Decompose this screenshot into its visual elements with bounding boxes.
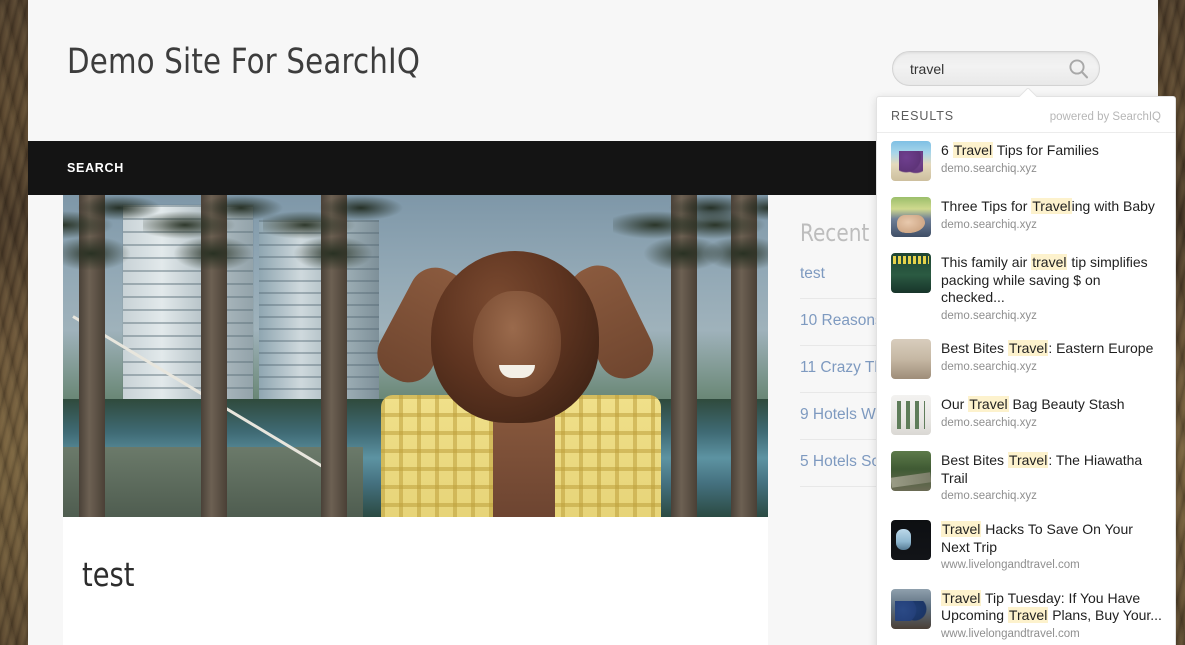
search-term-highlight: Travel — [952, 142, 994, 158]
search-term-highlight: Travel — [1007, 340, 1049, 357]
thumbnail-airplane-window — [891, 520, 931, 561]
search-result-title: Three Tips for Traveling with Baby — [941, 198, 1155, 214]
article-body: test — [63, 517, 768, 645]
search-result-title: Best Bites Travel: Eastern Europe — [941, 340, 1154, 357]
search-result-url: www.livelongandtravel.com — [941, 559, 1080, 572]
thumbnail-beach-family — [891, 141, 931, 181]
search-result-text: Best Bites Travel: The Hiawatha Trail dem… — [941, 451, 1162, 504]
search-result-url: demo.searchiq.xyz — [941, 416, 1037, 429]
site-page-container: Demo Site For SearchIQ SEARCH — [28, 0, 1176, 645]
search-result-text: Our Travel Bag Beauty Stash demo.searchiq… — [941, 395, 1162, 430]
search-results-list: 6 Travel Tips for Families demo.searchiq.… — [877, 133, 1175, 645]
search-result-title: This family air travel tip simplifies pa… — [941, 254, 1148, 305]
search-result-url: demo.searchiq.xyz — [941, 309, 1037, 322]
search-result-text: Best Bites Travel: Eastern Europe demo.se… — [941, 339, 1162, 374]
thumbnail-beauty-stash — [891, 395, 931, 436]
search-result-item[interactable]: Our Travel Bag Beauty Stash demo.searchiq… — [877, 387, 1175, 443]
search-result-text: This family air travel tip simplifies pa… — [941, 253, 1162, 323]
search-result-item[interactable]: Best Bites Travel: The Hiawatha Trail dem… — [877, 443, 1175, 512]
search-result-url: demo.searchiq.xyz — [941, 218, 1037, 231]
search-result-text: Three Tips for Traveling with Baby demo.s… — [941, 197, 1162, 232]
search-term-highlight: Travel — [968, 396, 1009, 413]
search-result-title: Best Bites Travel: The Hiawatha Trail — [941, 452, 1143, 486]
search-result-text: Travel Tip Tuesday: If You Have Upcoming… — [941, 589, 1162, 642]
photo-palm-3 — [263, 195, 403, 517]
search-result-item[interactable]: Travel Hacks To Save On Your Next Trip ww… — [877, 512, 1175, 581]
search-submit-button[interactable] — [1066, 56, 1092, 82]
search-result-url: www.livelongandtravel.com — [941, 627, 1080, 640]
results-label: RESULTS — [891, 109, 955, 123]
site-title: Demo Site For SearchIQ — [67, 42, 421, 82]
search-result-url: demo.searchiq.xyz — [941, 490, 1037, 503]
dropdown-header: RESULTS powered by SearchIQ — [877, 97, 1175, 133]
dropdown-arrow — [1019, 88, 1037, 97]
search-result-item[interactable]: 6 Travel Tips for Families demo.searchiq.… — [877, 133, 1175, 189]
photo-palm-2 — [143, 195, 283, 517]
search-result-item[interactable]: Three Tips for Traveling with Baby demo.s… — [877, 189, 1175, 245]
thumbnail-baby-window — [891, 197, 931, 237]
search-term-highlight: Travel — [941, 589, 982, 606]
thumbnail-hiawatha-trail — [891, 451, 931, 492]
thumbnail-eastern-europe — [891, 339, 931, 380]
search-result-item[interactable]: This family air travel tip simplifies pa… — [877, 245, 1175, 331]
search-result-item[interactable]: Travel Tip Tuesday: If You Have Upcoming… — [877, 581, 1175, 645]
search-result-title: Travel Tip Tuesday: If You Have Upcoming… — [941, 589, 1162, 624]
search-term-highlight: travel — [1031, 254, 1068, 270]
photo-palm-1 — [63, 195, 161, 517]
search-result-url: demo.searchiq.xyz — [941, 360, 1037, 373]
featured-image — [63, 195, 768, 517]
search-result-title: Travel Hacks To Save On Your Next Trip — [941, 521, 1133, 555]
search-result-text: Travel Hacks To Save On Your Next Trip ww… — [941, 520, 1162, 573]
thumbnail-family-air-travel-tip — [891, 253, 931, 293]
header-search-form — [892, 51, 1100, 86]
search-result-item[interactable]: Best Bites Travel: Eastern Europe demo.se… — [877, 331, 1175, 387]
search-result-text: 6 Travel Tips for Families demo.searchiq.… — [941, 141, 1162, 176]
search-term-highlight: Travel — [1007, 607, 1049, 624]
search-result-url: demo.searchiq.xyz — [941, 162, 1037, 175]
searchiq-results-dropdown: RESULTS powered by SearchIQ 6 Travel Tip… — [876, 96, 1176, 645]
post-title: test — [82, 555, 135, 594]
search-term-highlight: Travel — [1031, 198, 1072, 214]
search-result-title: 6 Travel Tips for Families — [941, 142, 1099, 158]
search-icon — [1066, 56, 1092, 82]
article-column: test — [63, 195, 768, 645]
search-term-highlight: Travel — [941, 521, 982, 538]
search-term-highlight: Travel — [1007, 452, 1049, 469]
photo-palm-5 — [673, 195, 768, 517]
photo-person-face — [473, 291, 561, 397]
nav-item-search[interactable]: SEARCH — [67, 141, 124, 195]
search-result-title: Our Travel Bag Beauty Stash — [941, 396, 1125, 413]
powered-by-link[interactable]: powered by SearchIQ — [1050, 111, 1161, 123]
thumbnail-travel-tip-tuesday — [891, 588, 931, 629]
